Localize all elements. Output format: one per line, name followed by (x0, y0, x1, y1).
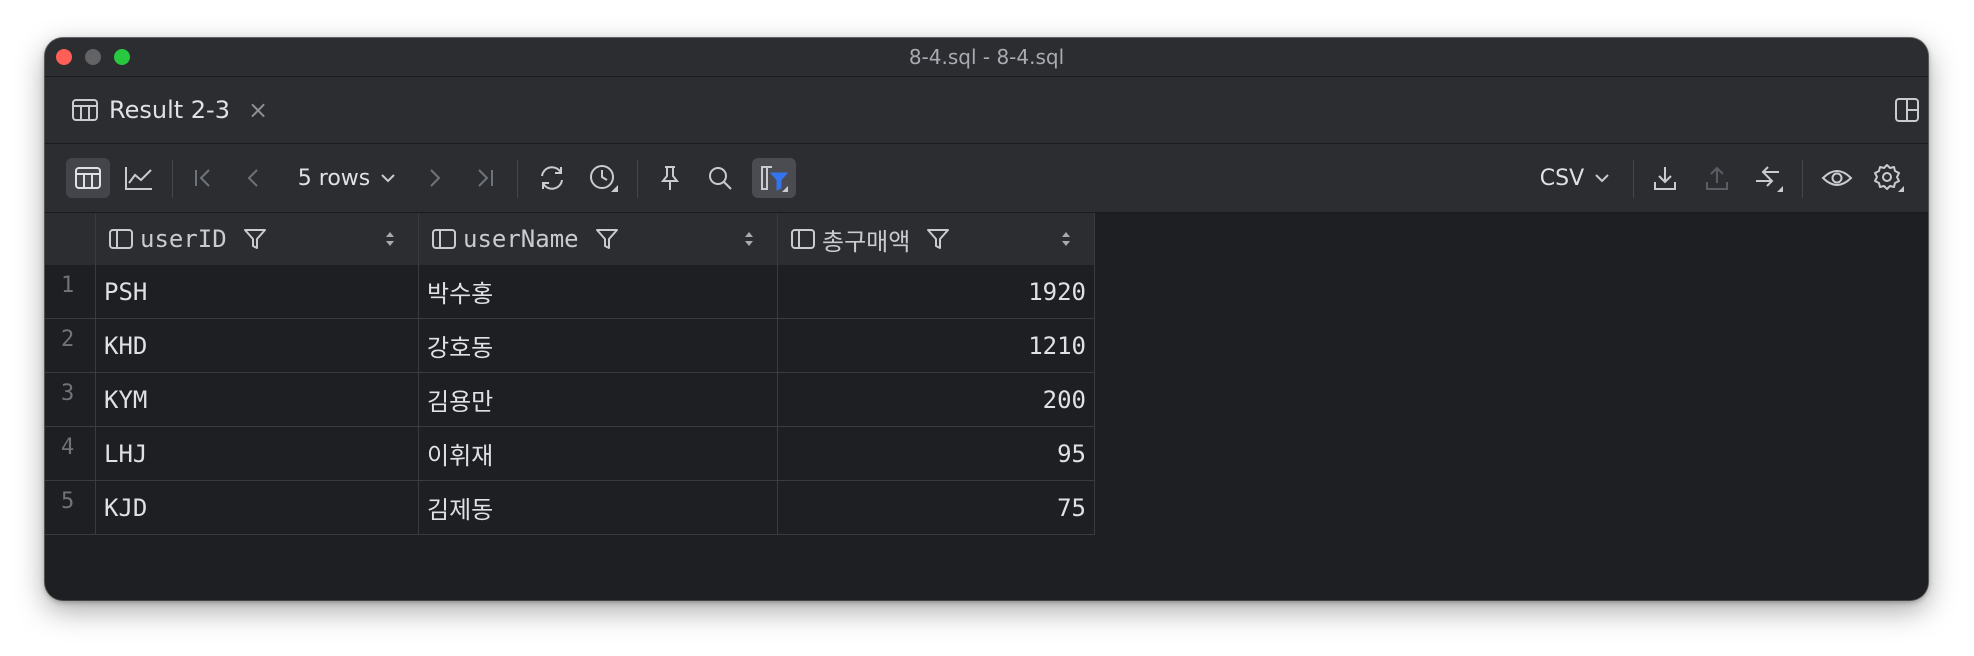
tab-result[interactable]: Result 2-3 × (71, 77, 268, 143)
table-icon (71, 98, 99, 122)
upload-icon (1704, 164, 1730, 192)
table-row[interactable]: 3 KYM 김용만 200 (45, 372, 1095, 427)
sort-icon[interactable] (384, 229, 396, 249)
split-layout-icon[interactable] (1894, 97, 1920, 123)
page-size-dropdown[interactable]: 5 rows (289, 158, 405, 198)
pin-icon (658, 164, 682, 192)
column-icon (431, 227, 457, 251)
export-button[interactable] (1645, 158, 1685, 198)
last-page-icon (474, 166, 496, 190)
row-number: 3 (45, 372, 96, 427)
row-number: 1 (45, 265, 96, 319)
first-page-icon (192, 166, 214, 190)
refresh-button[interactable] (530, 158, 574, 198)
cell-userid[interactable]: KJD (95, 480, 419, 535)
sort-icon[interactable] (1060, 229, 1072, 249)
column-header-username[interactable]: userName (418, 213, 778, 265)
cell-username[interactable]: 강호동 (418, 318, 778, 373)
table-view-button[interactable] (66, 158, 110, 198)
first-page-button[interactable] (185, 158, 221, 198)
eye-icon (1821, 166, 1853, 190)
column-icon (108, 227, 134, 251)
settings-button[interactable] (1867, 158, 1911, 198)
import-button[interactable] (1697, 158, 1737, 198)
chevron-left-icon (244, 166, 262, 190)
row-number-header (45, 213, 96, 265)
filter-panel-icon (758, 163, 790, 193)
search-button[interactable] (700, 158, 740, 198)
result-toolbar: 5 rows CSV (45, 144, 1928, 213)
export-format-label: CSV (1539, 165, 1585, 191)
tab-bar: Result 2-3 × (45, 77, 1928, 144)
chart-view-button[interactable] (117, 158, 161, 198)
clock-icon (588, 163, 620, 193)
table-row[interactable]: 4 LHJ 이휘재 95 (45, 426, 1095, 481)
column-name: userID (140, 225, 227, 253)
chevron-down-icon (1594, 172, 1610, 184)
download-icon (1652, 164, 1678, 192)
row-number: 5 (45, 480, 96, 535)
filter-icon[interactable] (926, 227, 950, 251)
cell-username[interactable]: 김용만 (418, 372, 778, 427)
history-button[interactable] (582, 158, 626, 198)
cell-userid[interactable]: PSH (95, 265, 419, 319)
table-row[interactable]: 2 KHD 강호동 1210 (45, 318, 1095, 373)
table-row[interactable]: 5 KJD 김제동 75 (45, 480, 1095, 535)
cell-userid[interactable]: KYM (95, 372, 419, 427)
compare-button[interactable] (1747, 158, 1791, 198)
chevron-down-icon (380, 172, 396, 184)
search-icon (707, 165, 733, 191)
title-bar: 8-4.sql - 8-4.sql (45, 38, 1928, 77)
result-grid: userID userName 총구매액 1 PSH 박수홍 1920 2 KH… (45, 213, 1928, 600)
cell-userid[interactable]: KHD (95, 318, 419, 373)
tab-label: Result 2-3 (109, 96, 230, 124)
window-title: 8-4.sql - 8-4.sql (908, 45, 1065, 69)
column-header-userid[interactable]: userID (95, 213, 419, 265)
last-page-button[interactable] (467, 158, 503, 198)
cell-total[interactable]: 1920 (777, 265, 1095, 319)
cell-total[interactable]: 75 (777, 480, 1095, 535)
table-row[interactable]: 1 PSH 박수홍 1920 (45, 265, 1095, 319)
rows-label: 5 rows (297, 165, 371, 191)
cell-username[interactable]: 이휘재 (418, 426, 778, 481)
view-options-button[interactable] (1815, 158, 1859, 198)
export-format-dropdown[interactable]: CSV (1533, 158, 1617, 198)
previous-page-button[interactable] (235, 158, 271, 198)
pin-button[interactable] (650, 158, 690, 198)
chevron-right-icon (426, 166, 444, 190)
filter-panel-toggle[interactable] (752, 158, 796, 198)
cell-total[interactable]: 1210 (777, 318, 1095, 373)
row-number: 2 (45, 318, 96, 373)
column-name: 총구매액 (822, 227, 911, 256)
filter-icon[interactable] (595, 227, 619, 251)
gear-icon (1873, 163, 1905, 193)
compare-arrows-icon (1753, 163, 1785, 193)
cell-username[interactable]: 김제동 (418, 480, 778, 535)
close-tab-icon[interactable]: × (248, 96, 268, 124)
table-icon (74, 166, 102, 190)
column-icon (790, 227, 816, 251)
cell-total[interactable]: 200 (777, 372, 1095, 427)
filter-icon[interactable] (243, 227, 267, 251)
cell-userid[interactable]: LHJ (95, 426, 419, 481)
cell-username[interactable]: 박수홍 (418, 265, 778, 319)
result-table: userID userName 총구매액 1 PSH 박수홍 1920 2 KH… (45, 213, 1095, 535)
cell-total[interactable]: 95 (777, 426, 1095, 481)
sort-icon[interactable] (743, 229, 755, 249)
refresh-icon (537, 165, 567, 191)
header-row: userID userName 총구매액 (45, 213, 1095, 265)
column-name: userName (463, 225, 579, 253)
column-header-total[interactable]: 총구매액 (777, 213, 1095, 265)
app-window: 8-4.sql - 8-4.sql Result 2-3 × 5 rows CS… (45, 38, 1928, 600)
row-number: 4 (45, 426, 96, 481)
line-chart-icon (124, 165, 154, 191)
next-page-button[interactable] (417, 158, 453, 198)
